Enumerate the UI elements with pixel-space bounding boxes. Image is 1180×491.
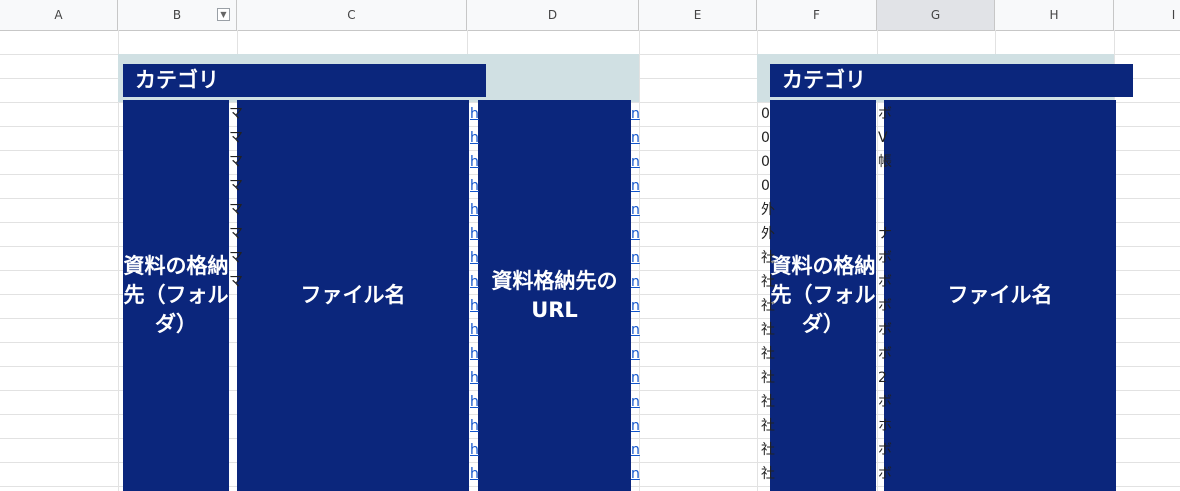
cell-fragment[interactable]: 社 xyxy=(761,270,775,294)
cell-fragment[interactable]: 社 xyxy=(761,294,775,318)
column-header-row: A B ▼ C D E F G H I xyxy=(0,0,1180,31)
url-link-fragment[interactable]: n xyxy=(631,390,640,414)
url-link-fragment[interactable]: h xyxy=(470,150,479,174)
cell-fragment[interactable]: 外 xyxy=(761,198,775,222)
url-link-fragment[interactable]: h xyxy=(470,246,479,270)
cell-fragment[interactable]: ボ xyxy=(878,390,892,414)
url-link-fragment[interactable]: h xyxy=(470,222,479,246)
url-link-fragment[interactable]: n xyxy=(631,462,640,486)
cell-fragment[interactable]: 社 xyxy=(761,342,775,366)
url-link-fragment[interactable]: n xyxy=(631,342,640,366)
cell-fragment[interactable]: 社 xyxy=(761,366,775,390)
column-header-i[interactable]: I xyxy=(1114,0,1180,30)
url-link-fragment[interactable]: n xyxy=(631,150,640,174)
right-filename-header[interactable]: ファイル名 xyxy=(884,100,1116,491)
filter-dropdown-icon[interactable]: ▼ xyxy=(217,8,230,21)
cell-fragment[interactable]: 0 xyxy=(761,174,770,198)
cell-fragment[interactable]: ナ xyxy=(878,222,892,246)
url-link-fragment[interactable]: n xyxy=(631,438,640,462)
cell-grid[interactable]: カテゴリ 資料の格納先（フォルダ） ファイル名 資料格納先のURL カテゴリ 資… xyxy=(0,30,1180,491)
cell-fragment[interactable]: マ xyxy=(229,270,243,294)
url-link-fragment[interactable]: n xyxy=(631,174,640,198)
cell-fragment[interactable]: ボ xyxy=(878,318,892,342)
cell-fragment[interactable]: 社 xyxy=(761,390,775,414)
cell-fragment[interactable]: ボ xyxy=(878,102,892,126)
column-header-a[interactable]: A xyxy=(0,0,118,30)
url-link-fragment[interactable]: h xyxy=(470,294,479,318)
cell-fragment[interactable]: V xyxy=(878,126,888,150)
cell-fragment[interactable]: マ xyxy=(229,150,243,174)
url-link-fragment[interactable]: h xyxy=(470,126,479,150)
column-header-h[interactable]: H xyxy=(995,0,1114,30)
right-category-header[interactable]: カテゴリ xyxy=(770,64,1133,97)
cell-fragment[interactable]: ボ xyxy=(878,438,892,462)
cell-fragment[interactable]: ボ xyxy=(878,246,892,270)
column-header-d[interactable]: D xyxy=(467,0,639,30)
url-link-fragment[interactable]: n xyxy=(631,414,640,438)
left-category-header[interactable]: カテゴリ xyxy=(123,64,486,97)
url-link-fragment[interactable]: n xyxy=(631,366,640,390)
cell-fragment[interactable]: マ xyxy=(229,174,243,198)
cell-fragment[interactable]: ボ xyxy=(878,270,892,294)
cell-fragment[interactable]: ボ xyxy=(878,462,892,486)
cell-fragment[interactable]: ホ xyxy=(878,414,892,438)
url-link-fragment[interactable]: h xyxy=(470,366,479,390)
cell-fragment[interactable]: ボ xyxy=(878,294,892,318)
cell-fragment[interactable]: 0 xyxy=(761,102,770,126)
url-link-fragment[interactable]: n xyxy=(631,222,640,246)
url-link-fragment[interactable]: n xyxy=(631,294,640,318)
left-folder-header[interactable]: 資料の格納先（フォルダ） xyxy=(123,100,229,491)
url-link-fragment[interactable]: h xyxy=(470,438,479,462)
url-link-fragment[interactable]: h xyxy=(470,318,479,342)
cell-fragment[interactable]: マ xyxy=(229,102,243,126)
cell-fragment[interactable]: 帳 xyxy=(878,150,892,174)
url-link-fragment[interactable]: h xyxy=(470,102,479,126)
url-link-fragment[interactable]: n xyxy=(631,102,640,126)
cell-fragment[interactable]: マ xyxy=(229,246,243,270)
column-header-c[interactable]: C xyxy=(237,0,467,30)
url-link-fragment[interactable]: h xyxy=(470,462,479,486)
url-link-fragment[interactable]: n xyxy=(631,270,640,294)
column-header-e[interactable]: E xyxy=(639,0,757,30)
url-link-fragment[interactable]: h xyxy=(470,390,479,414)
cell-fragment[interactable]: 社 xyxy=(761,462,775,486)
cell-fragment[interactable]: 社 xyxy=(761,318,775,342)
url-link-fragment[interactable]: n xyxy=(631,126,640,150)
url-link-fragment[interactable]: n xyxy=(631,318,640,342)
url-link-fragment[interactable]: n xyxy=(631,198,640,222)
cell-fragment[interactable]: 0 xyxy=(761,150,770,174)
url-link-fragment[interactable]: n xyxy=(631,246,640,270)
column-header-f[interactable]: F xyxy=(757,0,877,30)
cell-fragment[interactable]: マ xyxy=(229,126,243,150)
cell-fragment[interactable]: マ xyxy=(229,198,243,222)
cell-fragment[interactable]: 社 xyxy=(761,414,775,438)
cell-fragment[interactable]: 社 xyxy=(761,246,775,270)
cell-fragment[interactable]: ボ xyxy=(878,342,892,366)
url-link-fragment[interactable]: h xyxy=(470,342,479,366)
url-link-fragment[interactable]: h xyxy=(470,414,479,438)
cell-fragment[interactable]: 2 xyxy=(878,366,887,390)
cell-fragment[interactable]: 社 xyxy=(761,438,775,462)
left-filename-header[interactable]: ファイル名 xyxy=(237,100,469,491)
cell-fragment[interactable]: 外 xyxy=(761,222,775,246)
right-folder-header[interactable]: 資料の格納先（フォルダ） xyxy=(770,100,876,491)
column-header-g[interactable]: G xyxy=(877,0,995,30)
left-url-header[interactable]: 資料格納先のURL xyxy=(478,100,631,491)
url-link-fragment[interactable]: h xyxy=(470,198,479,222)
cell-fragment[interactable]: マ xyxy=(229,222,243,246)
url-link-fragment[interactable]: h xyxy=(470,174,479,198)
url-link-fragment[interactable]: h xyxy=(470,270,479,294)
cell-fragment[interactable]: 0 xyxy=(761,126,770,150)
